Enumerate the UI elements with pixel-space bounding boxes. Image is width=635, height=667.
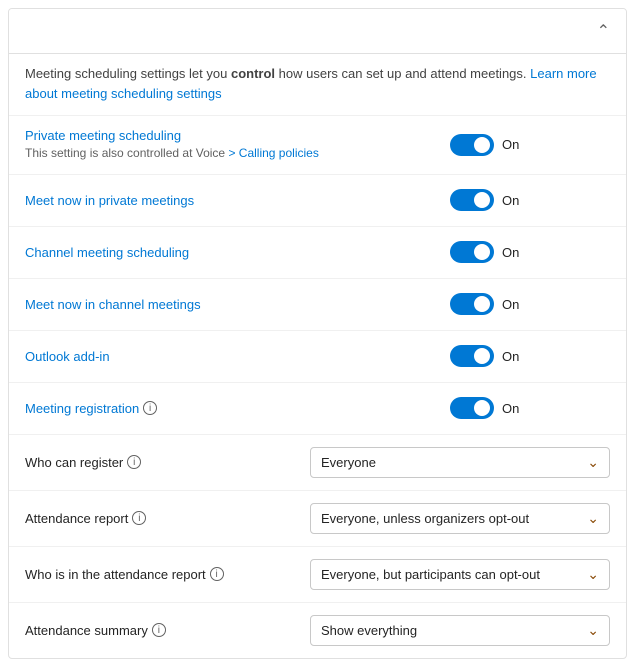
setting-label-group-private-meeting-scheduling: Private meeting scheduling This setting i… (25, 128, 450, 162)
card-header: ⌃ (9, 9, 626, 54)
collapse-icon[interactable]: ⌃ (597, 21, 610, 41)
toggle-meet-now-channel[interactable] (450, 293, 494, 315)
info-icon-who-in-attendance-report[interactable]: i (210, 567, 224, 581)
toggle-container-meet-now-private: On (450, 189, 519, 211)
setting-row-who-can-register: Who can register i Everyone ⌄ (9, 435, 626, 491)
setting-label-group-attendance-report: Attendance report i (25, 511, 310, 526)
setting-control-meeting-registration: On (450, 397, 610, 419)
setting-label-outlook-add-in[interactable]: Outlook add-in (25, 349, 110, 364)
toggle-slider-meet-now-private (450, 189, 494, 211)
dropdown-arrow-who-in-attendance-report: ⌄ (587, 566, 599, 583)
info-icon-attendance-summary[interactable]: i (152, 623, 166, 637)
setting-control-outlook-add-in: On (450, 345, 610, 367)
toggle-label-channel-meeting-scheduling: On (502, 245, 519, 260)
toggle-container-private-meeting-scheduling: On (450, 134, 519, 156)
toggle-container-meet-now-channel: On (450, 293, 519, 315)
setting-row-meet-now-channel: Meet now in channel meetings On (9, 279, 626, 331)
dropdown-arrow-attendance-summary: ⌄ (587, 622, 599, 639)
toggle-meet-now-private[interactable] (450, 189, 494, 211)
toggle-private-meeting-scheduling[interactable] (450, 134, 494, 156)
setting-label-attendance-summary: Attendance summary (25, 623, 148, 638)
dropdown-attendance-summary[interactable]: Show everything ⌄ (310, 615, 610, 646)
toggle-label-meet-now-private: On (502, 193, 519, 208)
dropdown-attendance-report[interactable]: Everyone, unless organizers opt-out ⌄ (310, 503, 610, 534)
setting-row-meeting-registration: Meeting registration i On (9, 383, 626, 435)
setting-label-group-channel-meeting-scheduling: Channel meeting scheduling (25, 245, 450, 260)
setting-control-private-meeting-scheduling: On (450, 134, 610, 156)
setting-label-attendance-report: Attendance report (25, 511, 128, 526)
dropdown-arrow-who-can-register: ⌄ (587, 454, 599, 471)
settings-list: Private meeting scheduling This setting i… (9, 116, 626, 658)
setting-sublabel-private-meeting-scheduling: This setting is also controlled at Voice… (25, 145, 434, 162)
dropdown-who-can-register[interactable]: Everyone ⌄ (310, 447, 610, 478)
setting-row-channel-meeting-scheduling: Channel meeting scheduling On (9, 227, 626, 279)
setting-label-group-who-can-register: Who can register i (25, 455, 310, 470)
setting-label-group-meet-now-private: Meet now in private meetings (25, 193, 450, 208)
dropdown-text-who-can-register: Everyone (321, 455, 579, 470)
dropdown-text-who-in-attendance-report: Everyone, but participants can opt-out (321, 567, 579, 582)
toggle-slider-channel-meeting-scheduling (450, 241, 494, 263)
info-icon-attendance-report[interactable]: i (132, 511, 146, 525)
toggle-label-private-meeting-scheduling: On (502, 137, 519, 152)
toggle-label-meet-now-channel: On (502, 297, 519, 312)
setting-row-attendance-summary: Attendance summary i Show everything ⌄ (9, 603, 626, 658)
setting-label-group-who-in-attendance-report: Who is in the attendance report i (25, 567, 310, 582)
toggle-slider-private-meeting-scheduling (450, 134, 494, 156)
dropdown-arrow-attendance-report: ⌄ (587, 510, 599, 527)
setting-label-channel-meeting-scheduling[interactable]: Channel meeting scheduling (25, 245, 189, 260)
dropdown-text-attendance-report: Everyone, unless organizers opt-out (321, 511, 579, 526)
setting-label-meet-now-channel[interactable]: Meet now in channel meetings (25, 297, 201, 312)
setting-control-channel-meeting-scheduling: On (450, 241, 610, 263)
toggle-slider-meeting-registration (450, 397, 494, 419)
setting-control-attendance-summary: Show everything ⌄ (310, 615, 610, 646)
setting-control-attendance-report: Everyone, unless organizers opt-out ⌄ (310, 503, 610, 534)
setting-row-outlook-add-in: Outlook add-in On (9, 331, 626, 383)
setting-label-who-can-register: Who can register (25, 455, 123, 470)
setting-label-meeting-registration[interactable]: Meeting registration (25, 401, 139, 416)
calling-policies-link[interactable]: > Calling policies (228, 146, 318, 160)
setting-label-group-meeting-registration: Meeting registration i (25, 401, 450, 416)
setting-row-attendance-report: Attendance report i Everyone, unless organ… (9, 491, 626, 547)
setting-row-private-meeting-scheduling: Private meeting scheduling This setting i… (9, 116, 626, 175)
toggle-container-outlook-add-in: On (450, 345, 519, 367)
setting-control-who-can-register: Everyone ⌄ (310, 447, 610, 478)
toggle-meeting-registration[interactable] (450, 397, 494, 419)
card-description: Meeting scheduling settings let you cont… (9, 54, 626, 116)
info-icon-who-can-register[interactable]: i (127, 455, 141, 469)
setting-control-meet-now-channel: On (450, 293, 610, 315)
dropdown-text-attendance-summary: Show everything (321, 623, 579, 638)
setting-control-who-in-attendance-report: Everyone, but participants can opt-out ⌄ (310, 559, 610, 590)
toggle-label-outlook-add-in: On (502, 349, 519, 364)
meeting-scheduling-card: ⌃ Meeting scheduling settings let you co… (8, 8, 627, 659)
toggle-container-channel-meeting-scheduling: On (450, 241, 519, 263)
toggle-channel-meeting-scheduling[interactable] (450, 241, 494, 263)
setting-label-group-outlook-add-in: Outlook add-in (25, 349, 450, 364)
description-text: Meeting scheduling settings let you cont… (25, 66, 530, 81)
toggle-container-meeting-registration: On (450, 397, 519, 419)
toggle-label-meeting-registration: On (502, 401, 519, 416)
info-icon-meeting-registration[interactable]: i (143, 401, 157, 415)
setting-label-group-attendance-summary: Attendance summary i (25, 623, 310, 638)
toggle-slider-outlook-add-in (450, 345, 494, 367)
setting-row-meet-now-private: Meet now in private meetings On (9, 175, 626, 227)
setting-control-meet-now-private: On (450, 189, 610, 211)
setting-row-who-in-attendance-report: Who is in the attendance report i Everyone… (9, 547, 626, 603)
setting-label-meet-now-private[interactable]: Meet now in private meetings (25, 193, 194, 208)
setting-label-who-in-attendance-report: Who is in the attendance report (25, 567, 206, 582)
dropdown-who-in-attendance-report[interactable]: Everyone, but participants can opt-out ⌄ (310, 559, 610, 590)
toggle-outlook-add-in[interactable] (450, 345, 494, 367)
toggle-slider-meet-now-channel (450, 293, 494, 315)
setting-label-group-meet-now-channel: Meet now in channel meetings (25, 297, 450, 312)
setting-label-private-meeting-scheduling[interactable]: Private meeting scheduling (25, 128, 181, 143)
